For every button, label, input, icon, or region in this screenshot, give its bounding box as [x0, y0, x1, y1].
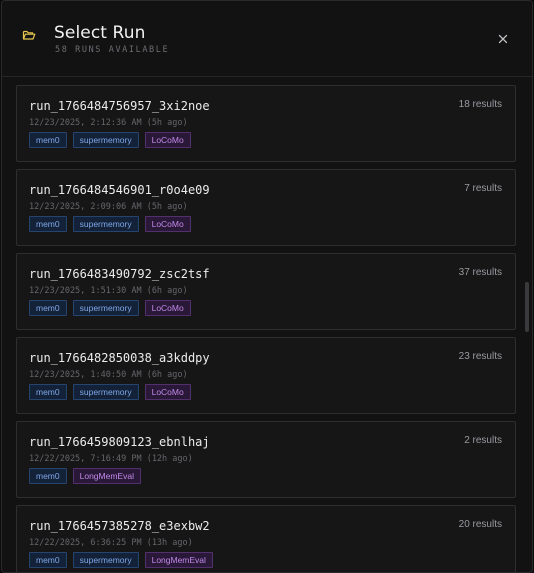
folder-open-icon [22, 28, 36, 42]
tag-badge: LoCoMo [144, 132, 191, 148]
run-timestamp: 12/23/2025, 2:09:06 AM (5h ago) [29, 202, 188, 212]
run-list[interactable]: run_1766484756957_3xi2noe 18 results 12/23… [2, 78, 520, 572]
scrollbar-thumb[interactable] [525, 282, 529, 332]
tag-badge: mem0 [29, 300, 67, 316]
run-card[interactable]: run_1766482850038_a3kddpy 23 results 12/23… [16, 337, 516, 414]
tag-badge: LoCoMo [144, 216, 191, 232]
run-results-count: 18 results [458, 99, 502, 110]
tag-badge: mem0 [29, 468, 67, 484]
select-run-dialog: Select Run 58 RUNS AVAILABLE run_1766484… [1, 0, 533, 573]
dialog-header: Select Run 58 RUNS AVAILABLE [2, 1, 532, 77]
tag-badge: mem0 [29, 132, 67, 148]
run-results-count: 2 results [464, 435, 502, 446]
run-name: run_1766459809123_ebnlhaj [29, 435, 210, 449]
run-results-count: 20 results [458, 519, 502, 530]
close-icon[interactable] [496, 32, 510, 46]
scrollbar[interactable] [523, 78, 531, 572]
run-card[interactable]: run_1766457385278_e3exbw2 20 results 12/22… [16, 505, 516, 572]
dialog-title: Select Run [54, 23, 146, 43]
runs-count: 58 RUNS AVAILABLE [55, 45, 170, 55]
tag-badge: LoCoMo [144, 384, 191, 400]
tag-badge: LoCoMo [144, 300, 191, 316]
tag-badge: mem0 [29, 384, 67, 400]
run-tags: mem0 supermemory LoCoMo [29, 300, 191, 316]
run-name: run_1766483490792_zsc2tsf [29, 267, 210, 281]
run-timestamp: 12/22/2025, 7:16:49 PM (12h ago) [29, 454, 193, 464]
run-results-count: 37 results [458, 267, 502, 278]
tag-badge: supermemory [72, 552, 139, 568]
run-name: run_1766457385278_e3exbw2 [29, 519, 210, 533]
run-results-count: 23 results [458, 351, 502, 362]
run-card[interactable]: run_1766484546901_r0o4e09 7 results 12/23/… [16, 169, 516, 246]
run-card[interactable]: run_1766459809123_ebnlhaj 2 results 12/22/… [16, 421, 516, 498]
run-tags: mem0 LongMemEval [29, 468, 141, 484]
tag-badge: supermemory [72, 216, 139, 232]
run-tags: mem0 supermemory LoCoMo [29, 384, 191, 400]
run-tags: mem0 supermemory LoCoMo [29, 216, 191, 232]
run-name: run_1766484756957_3xi2noe [29, 99, 210, 113]
run-timestamp: 12/23/2025, 1:40:50 AM (6h ago) [29, 370, 188, 380]
run-results-count: 7 results [464, 183, 502, 194]
tag-badge: LongMemEval [72, 468, 141, 484]
tag-badge: supermemory [72, 384, 139, 400]
tag-badge: supermemory [72, 300, 139, 316]
run-tags: mem0 supermemory LongMemEval [29, 552, 213, 568]
tag-badge: supermemory [72, 132, 139, 148]
run-timestamp: 12/23/2025, 1:51:30 AM (6h ago) [29, 286, 188, 296]
run-card[interactable]: run_1766484756957_3xi2noe 18 results 12/23… [16, 85, 516, 162]
run-card[interactable]: run_1766483490792_zsc2tsf 37 results 12/23… [16, 253, 516, 330]
run-name: run_1766482850038_a3kddpy [29, 351, 210, 365]
tag-badge: LongMemEval [144, 552, 213, 568]
run-timestamp: 12/23/2025, 2:12:36 AM (5h ago) [29, 118, 188, 128]
run-timestamp: 12/22/2025, 6:36:25 PM (13h ago) [29, 538, 193, 548]
run-name: run_1766484546901_r0o4e09 [29, 183, 210, 197]
run-tags: mem0 supermemory LoCoMo [29, 132, 191, 148]
tag-badge: mem0 [29, 216, 67, 232]
tag-badge: mem0 [29, 552, 67, 568]
